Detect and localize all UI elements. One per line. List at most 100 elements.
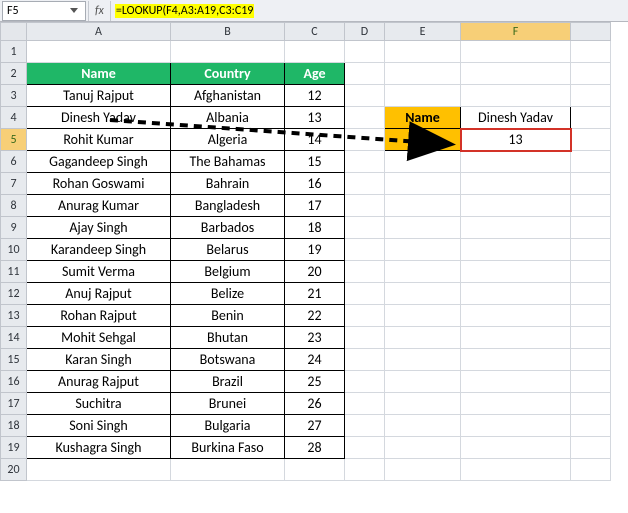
cell[interactable] <box>385 63 461 85</box>
name-box-dropdown-icon[interactable] <box>67 3 81 19</box>
cell-age[interactable]: 20 <box>285 261 345 283</box>
cell[interactable] <box>385 41 461 63</box>
cell-country[interactable]: Burkina Faso <box>171 437 285 459</box>
cell[interactable] <box>461 85 571 107</box>
cell[interactable] <box>345 217 385 239</box>
cell-age[interactable]: 26 <box>285 393 345 415</box>
cell[interactable] <box>385 283 461 305</box>
cell[interactable] <box>285 459 345 481</box>
row-header[interactable]: 19 <box>1 437 27 459</box>
cell-name[interactable]: Suchitra <box>27 393 171 415</box>
cell-name[interactable]: Anurag Kumar <box>27 195 171 217</box>
cell[interactable] <box>345 63 385 85</box>
cell[interactable] <box>385 305 461 327</box>
cell[interactable] <box>571 371 611 393</box>
cell[interactable] <box>385 349 461 371</box>
cell[interactable] <box>461 63 571 85</box>
cell[interactable] <box>345 437 385 459</box>
cell[interactable] <box>571 261 611 283</box>
cell[interactable] <box>345 349 385 371</box>
cell[interactable] <box>385 327 461 349</box>
cell[interactable] <box>171 41 285 63</box>
cell[interactable] <box>571 283 611 305</box>
cell[interactable] <box>461 41 571 63</box>
cell-name[interactable]: Rohan Rajput <box>27 305 171 327</box>
cell[interactable] <box>571 437 611 459</box>
lookup-name-label[interactable]: Name <box>385 107 461 129</box>
cell[interactable] <box>571 305 611 327</box>
cell[interactable] <box>385 437 461 459</box>
cell-age[interactable]: 13 <box>285 107 345 129</box>
cell[interactable] <box>571 327 611 349</box>
cell[interactable] <box>461 437 571 459</box>
row-header[interactable]: 10 <box>1 239 27 261</box>
cell[interactable] <box>571 63 611 85</box>
row-header[interactable]: 8 <box>1 195 27 217</box>
cell[interactable] <box>345 371 385 393</box>
col-header-B[interactable]: B <box>171 23 285 41</box>
cell-country[interactable]: Brunei <box>171 393 285 415</box>
cell[interactable] <box>345 173 385 195</box>
row-header[interactable]: 9 <box>1 217 27 239</box>
cell[interactable] <box>345 283 385 305</box>
cell-name[interactable]: Karan Singh <box>27 349 171 371</box>
cell-age[interactable]: 18 <box>285 217 345 239</box>
row-header[interactable]: 12 <box>1 283 27 305</box>
cell-country[interactable]: Albania <box>171 107 285 129</box>
cell-age[interactable]: 23 <box>285 327 345 349</box>
cell[interactable] <box>461 151 571 173</box>
cell[interactable] <box>571 129 611 151</box>
cell[interactable] <box>385 415 461 437</box>
cell[interactable] <box>285 41 345 63</box>
cell-age[interactable]: 28 <box>285 437 345 459</box>
cell-name[interactable]: Ajay Singh <box>27 217 171 239</box>
cell[interactable] <box>461 327 571 349</box>
cell-age[interactable]: 24 <box>285 349 345 371</box>
cell[interactable] <box>461 393 571 415</box>
row-header[interactable]: 13 <box>1 305 27 327</box>
cell[interactable] <box>385 239 461 261</box>
cell[interactable] <box>461 459 571 481</box>
row-header[interactable]: 3 <box>1 85 27 107</box>
select-all-corner[interactable] <box>1 23 27 41</box>
col-header-F[interactable]: F <box>461 23 571 41</box>
cell[interactable] <box>571 459 611 481</box>
col-header-C[interactable]: C <box>285 23 345 41</box>
cell-country[interactable]: Brazil <box>171 371 285 393</box>
row-header[interactable]: 15 <box>1 349 27 371</box>
cell[interactable] <box>27 41 171 63</box>
cell-name[interactable]: Soni Singh <box>27 415 171 437</box>
cell[interactable] <box>345 41 385 63</box>
cell-name[interactable]: Gagandeep Singh <box>27 151 171 173</box>
row-header[interactable]: 14 <box>1 327 27 349</box>
cell[interactable] <box>345 415 385 437</box>
name-box[interactable]: F5 <box>2 1 86 21</box>
cell-name[interactable]: Mohit Sehgal <box>27 327 171 349</box>
cell[interactable] <box>385 151 461 173</box>
cell-age[interactable]: 19 <box>285 239 345 261</box>
cell[interactable] <box>571 393 611 415</box>
cell[interactable] <box>345 239 385 261</box>
cell-country[interactable]: Bhutan <box>171 327 285 349</box>
row-header[interactable]: 11 <box>1 261 27 283</box>
row-header[interactable]: 20 <box>1 459 27 481</box>
cell-country[interactable]: Benin <box>171 305 285 327</box>
header-age[interactable]: Age <box>285 63 345 85</box>
cell[interactable] <box>461 217 571 239</box>
cell-country[interactable]: The Bahamas <box>171 151 285 173</box>
cell[interactable] <box>571 195 611 217</box>
cell[interactable] <box>385 173 461 195</box>
cell[interactable] <box>345 129 385 151</box>
cell-country[interactable]: Bulgaria <box>171 415 285 437</box>
lookup-age-label[interactable]: Age <box>385 129 461 151</box>
cell[interactable] <box>461 305 571 327</box>
cell-age[interactable]: 14 <box>285 129 345 151</box>
row-header[interactable]: 18 <box>1 415 27 437</box>
lookup-name-value[interactable]: Dinesh Yadav <box>461 107 571 129</box>
header-country[interactable]: Country <box>171 63 285 85</box>
row-header[interactable]: 1 <box>1 41 27 63</box>
cell-name[interactable]: Anurag Rajput <box>27 371 171 393</box>
cell[interactable] <box>345 305 385 327</box>
cell-country[interactable]: Botswana <box>171 349 285 371</box>
cell[interactable] <box>571 239 611 261</box>
